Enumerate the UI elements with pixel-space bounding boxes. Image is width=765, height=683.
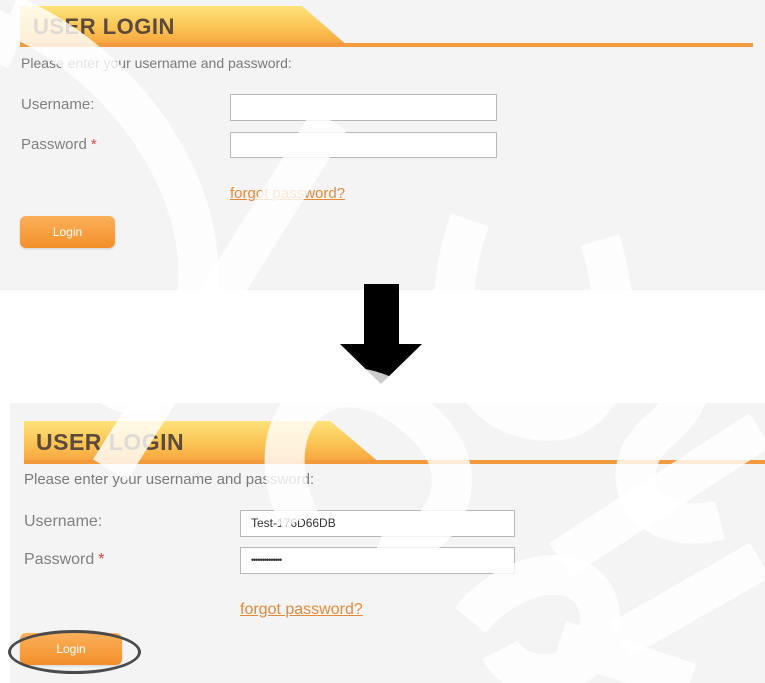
header-divider xyxy=(24,460,765,464)
password-field[interactable] xyxy=(230,132,497,158)
required-marker: * xyxy=(98,551,105,568)
login-instructions: Please enter your username and password: xyxy=(24,471,315,488)
header-divider xyxy=(20,43,753,47)
username-field[interactable] xyxy=(230,94,497,121)
username-label: Username: xyxy=(21,96,95,113)
login-button[interactable]: Login xyxy=(20,216,115,248)
forgot-password-link[interactable]: forgot password? xyxy=(240,601,363,619)
required-marker: * xyxy=(90,136,97,153)
username-field[interactable]: Test-176D66DB xyxy=(240,510,515,537)
password-field[interactable]: •••••••••••••• xyxy=(240,547,515,574)
down-arrow-icon xyxy=(340,284,422,384)
login-button-highlight-circle xyxy=(8,630,141,674)
login-panel-before: USER LOGIN Please enter your username an… xyxy=(0,0,765,290)
password-label: Password * xyxy=(21,136,97,153)
password-label: Password * xyxy=(24,551,105,568)
forgot-password-link[interactable]: forgot password? xyxy=(230,185,345,202)
page-title: USER LOGIN xyxy=(36,429,185,455)
page-title: USER LOGIN xyxy=(33,14,175,39)
login-instructions: Please enter your username and password: xyxy=(21,55,292,71)
username-label: Username: xyxy=(24,513,103,530)
